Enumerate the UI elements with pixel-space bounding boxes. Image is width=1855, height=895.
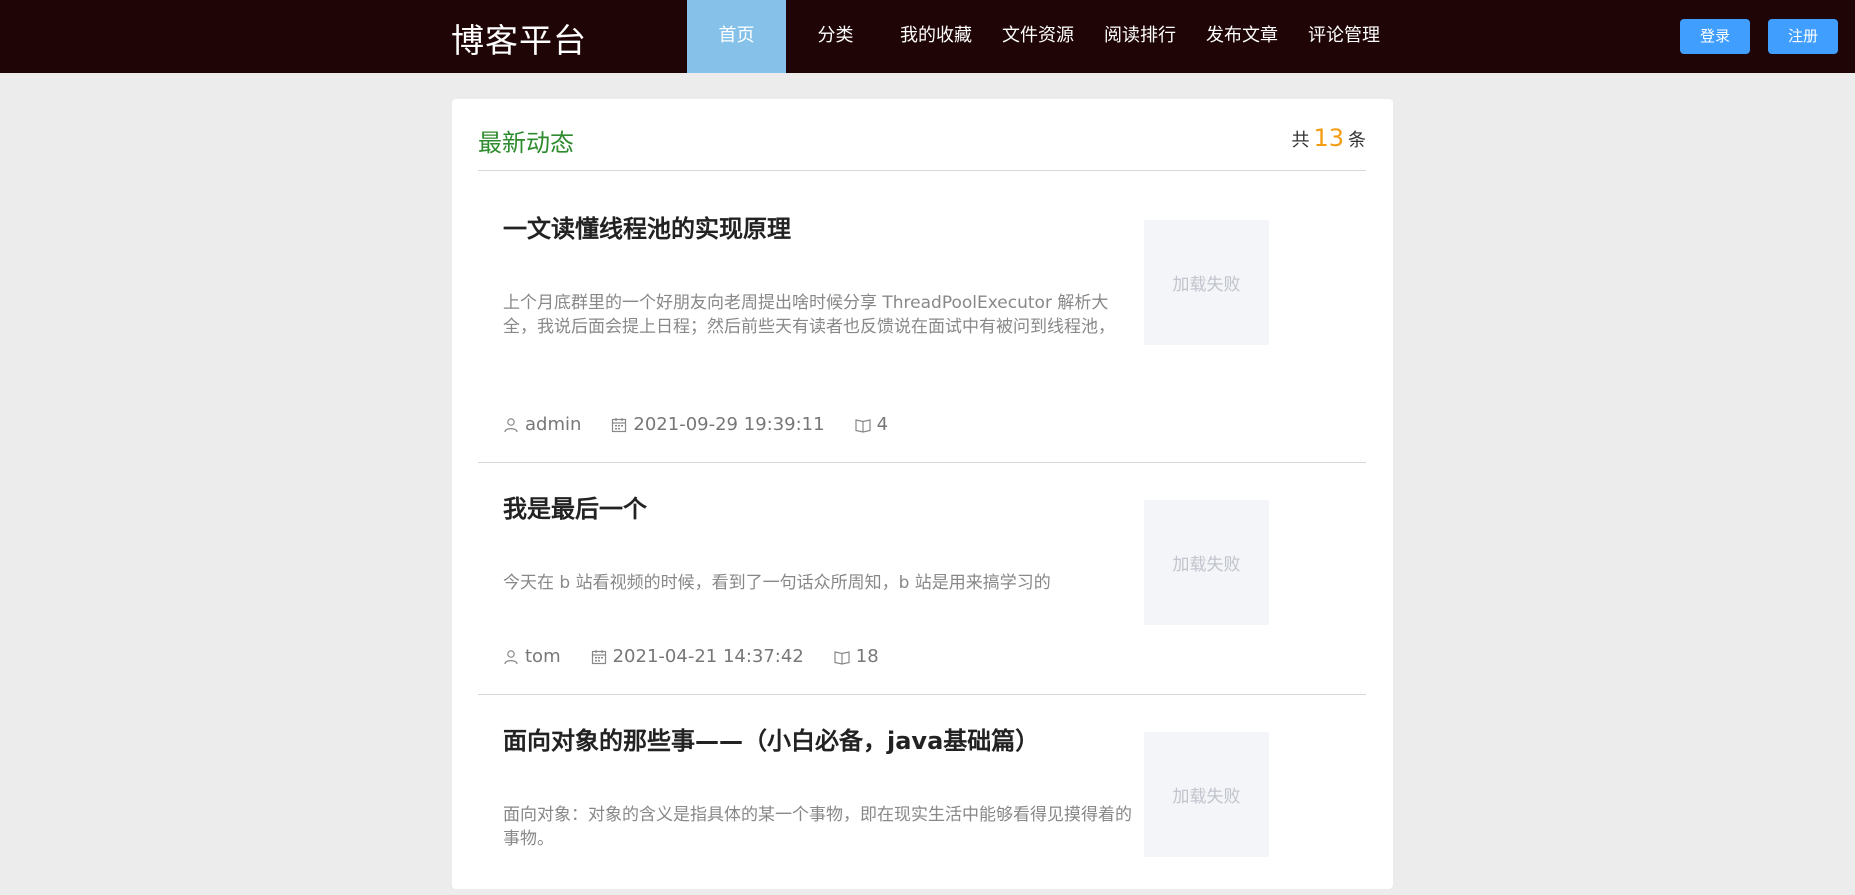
main-nav: 首页 分类 我的收藏 文件资源 阅读排行 发布文章 评论管理 xyxy=(687,0,1395,73)
article-title[interactable]: 面向对象的那些事——（小白必备，java基础篇） xyxy=(503,721,1039,756)
nav-category[interactable]: 分类 xyxy=(786,0,885,73)
user-icon xyxy=(504,649,518,664)
article-count: 共 13 条 xyxy=(1291,124,1366,152)
user-icon xyxy=(504,417,518,432)
count-suffix: 条 xyxy=(1348,130,1366,151)
feed-card: 最新动态 共 13 条 一文读懂线程池的实现原理 上个月底群里的一个好朋友向老周提出… xyxy=(452,99,1393,889)
article-thumbnail[interactable]: 加载失败 xyxy=(1144,500,1269,625)
calendar-icon xyxy=(612,417,627,432)
meta-author: tom xyxy=(503,646,561,667)
meta-date: 2021-04-21 14:37:42 xyxy=(591,646,804,667)
publish-date: 2021-04-21 14:37:42 xyxy=(612,646,804,667)
count-number: 13 xyxy=(1313,124,1344,152)
article-item[interactable]: 一文读懂线程池的实现原理 上个月底群里的一个好朋友向老周提出啥时候分享 Thre… xyxy=(478,171,1366,463)
article-item[interactable]: 面向对象的那些事——（小白必备，java基础篇） 面向对象：对象的含义是指具体的… xyxy=(478,695,1366,895)
article-meta: tom 2021-04-21 14:37:42 18 xyxy=(503,646,909,667)
book-icon xyxy=(854,418,871,433)
brand-logo[interactable]: 博客平台 xyxy=(451,14,587,62)
read-count: 18 xyxy=(855,646,879,667)
nav-ranking[interactable]: 阅读排行 xyxy=(1089,0,1191,73)
article-title[interactable]: 我是最后一个 xyxy=(503,489,647,524)
read-count: 4 xyxy=(876,414,889,435)
top-navbar: 博客平台 首页 分类 我的收藏 文件资源 阅读排行 发布文章 评论管理 登录 注… xyxy=(0,0,1855,73)
calendar-icon xyxy=(591,649,606,664)
count-prefix: 共 xyxy=(1291,130,1310,151)
article-summary: 面向对象：对象的含义是指具体的某一个事物，即在现实生活中能够看得见摸得着的事物。 xyxy=(503,805,1132,849)
meta-reads: 18 xyxy=(834,646,879,667)
publish-date: 2021-09-29 19:39:11 xyxy=(633,414,825,435)
article-item[interactable]: 我是最后一个 今天在 b 站看视频的时候，看到了一句话众所周知，b 站是用来搞学… xyxy=(478,463,1366,695)
feed-header: 最新动态 共 13 条 xyxy=(478,99,1366,171)
register-button[interactable]: 注册 xyxy=(1768,19,1838,54)
article-summary: 上个月底群里的一个好朋友向老周提出啥时候分享 ThreadPoolExecuto… xyxy=(503,293,1115,337)
login-button[interactable]: 登录 xyxy=(1680,19,1750,54)
article-thumbnail[interactable]: 加载失败 xyxy=(1144,732,1269,857)
meta-reads: 4 xyxy=(854,414,889,435)
feed-title: 最新动态 xyxy=(478,129,574,157)
nav-publish[interactable]: 发布文章 xyxy=(1191,0,1293,73)
article-thumbnail[interactable]: 加载失败 xyxy=(1144,220,1269,345)
nav-favorites[interactable]: 我的收藏 xyxy=(885,0,987,73)
article-title[interactable]: 一文读懂线程池的实现原理 xyxy=(503,209,791,244)
meta-date: 2021-09-29 19:39:11 xyxy=(611,414,825,435)
nav-comments[interactable]: 评论管理 xyxy=(1293,0,1395,73)
article-summary: 今天在 b 站看视频的时候，看到了一句话众所周知，b 站是用来搞学习的 xyxy=(503,573,1051,593)
nav-files[interactable]: 文件资源 xyxy=(987,0,1089,73)
author-name: tom xyxy=(525,646,561,667)
author-name: admin xyxy=(525,414,582,435)
article-meta: admin 2021-09-29 19:39:11 4 xyxy=(503,414,918,435)
meta-author: admin xyxy=(503,414,581,435)
book-icon xyxy=(834,650,850,665)
nav-home[interactable]: 首页 xyxy=(687,0,786,73)
